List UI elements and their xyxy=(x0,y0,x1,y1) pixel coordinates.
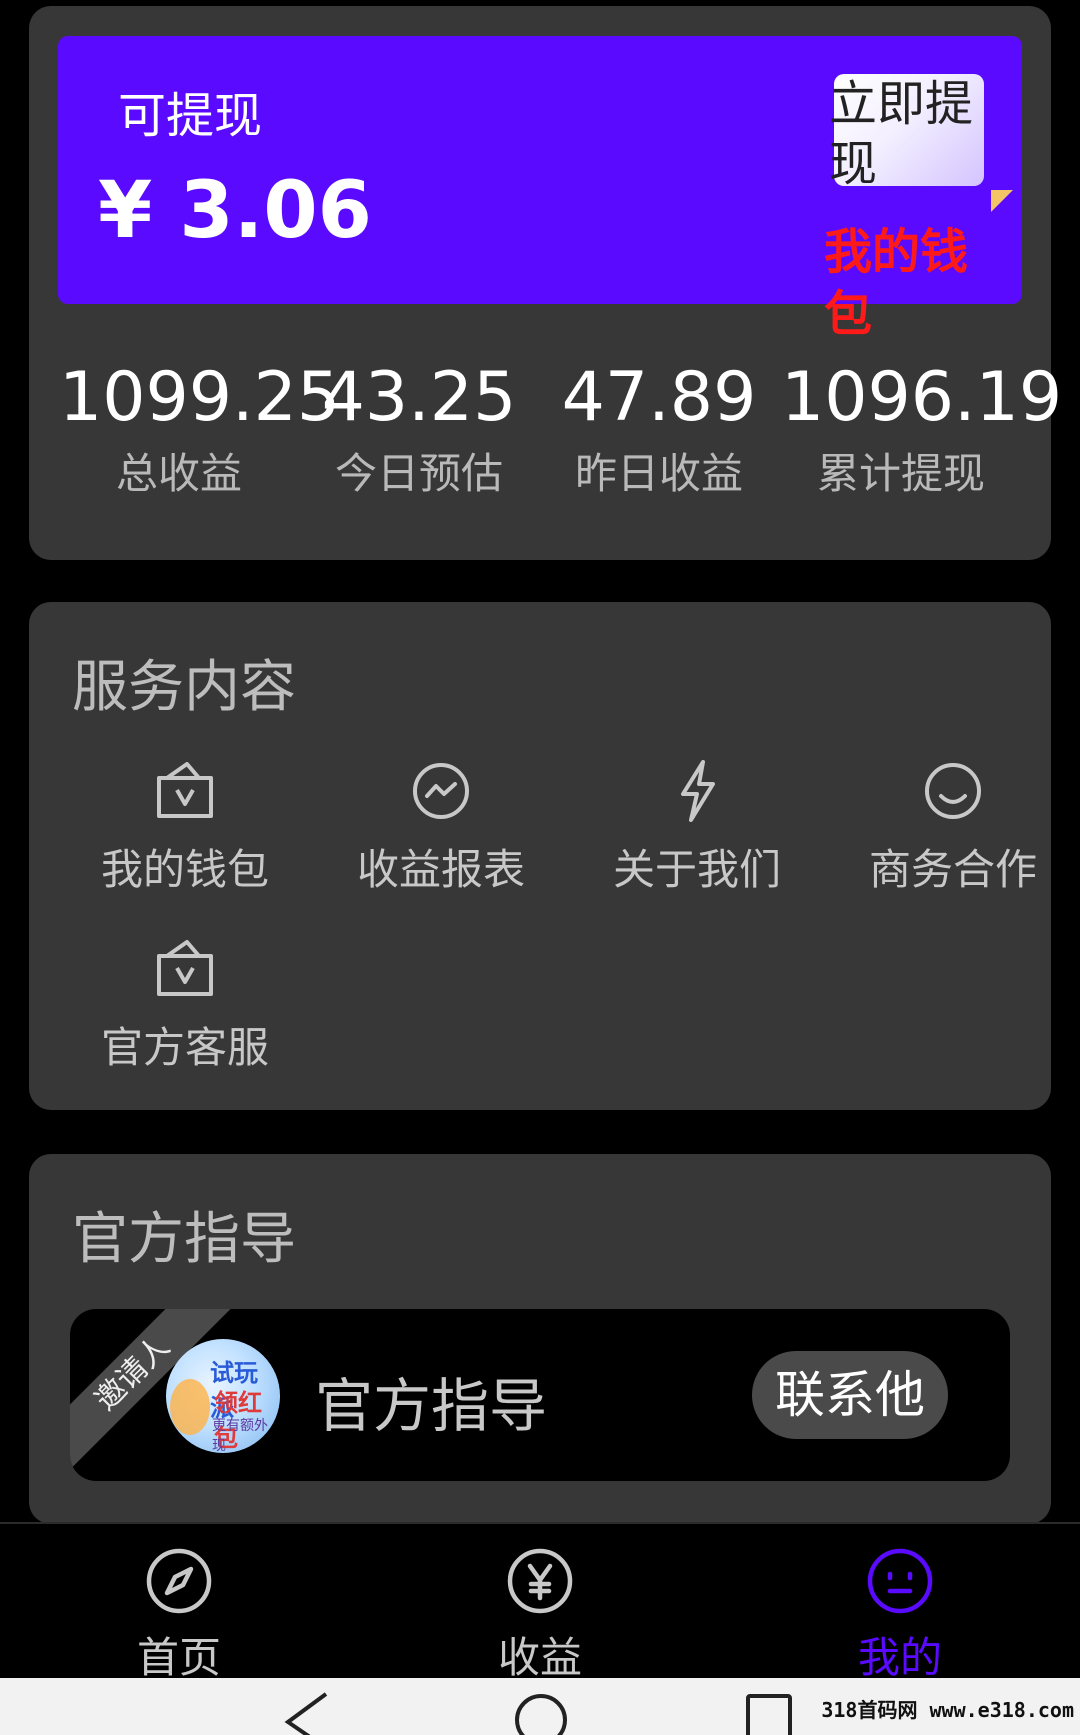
contact-button[interactable]: 联系他 xyxy=(752,1351,948,1439)
avatar: 试玩派 领红包 更有额外现 xyxy=(166,1339,280,1453)
recent-apps-icon[interactable] xyxy=(744,1692,794,1735)
service-official-support[interactable]: 官方客服 xyxy=(75,938,295,1075)
service-earnings-report[interactable]: 收益报表 xyxy=(331,760,551,897)
service-label: 我的钱包 xyxy=(100,845,269,894)
wallet-icon xyxy=(157,762,213,818)
balance-label: 可提现 xyxy=(118,88,263,144)
guidance-card: 官方指导 邀请人 试玩派 领红包 更有额外现 官方指导 联系他 xyxy=(29,1154,1051,1524)
smile-icon xyxy=(925,763,981,819)
tab-label: 首页 xyxy=(136,1633,221,1682)
system-nav-bar: 318首码网 www.e318.com xyxy=(0,1678,1080,1735)
tab-earnings[interactable]: 收益 xyxy=(430,1546,650,1685)
stat-total-withdrawn: 1096.19 累计提现 xyxy=(781,358,1063,504)
stat-yesterday-earnings: 47.89 昨日收益 xyxy=(539,358,779,504)
balance-amount: ¥ 3.06 xyxy=(98,166,372,256)
avatar-decoration xyxy=(170,1379,210,1435)
stat-today-estimate: 43.25 今日预估 xyxy=(299,358,539,504)
watermark: 318首码网 www.e318.com xyxy=(821,1698,1074,1722)
service-label: 商务合作 xyxy=(868,845,1037,894)
stat-total-earnings: 1099.25 总收益 xyxy=(59,358,341,504)
compass-icon xyxy=(146,1548,212,1614)
withdraw-button[interactable]: 立即提现 xyxy=(829,74,984,192)
home-icon[interactable] xyxy=(513,1688,569,1735)
stat-value: 1096.19 xyxy=(781,358,1063,437)
stat-label: 累计提现 xyxy=(816,449,985,498)
stat-label: 昨日收益 xyxy=(574,449,743,498)
service-label: 官方客服 xyxy=(100,1023,269,1072)
tab-mine[interactable]: 我的 xyxy=(790,1546,1010,1685)
stat-value: 1099.25 xyxy=(59,358,341,437)
tab-bar: 首页 收益 我的 xyxy=(0,1522,1080,1682)
avatar-text: 更有额外现 xyxy=(212,1418,268,1453)
withdraw-button-label: 立即提现 xyxy=(829,76,974,192)
guidance-name: 官方指导 xyxy=(315,1372,548,1440)
stat-value: 47.89 xyxy=(561,358,757,437)
stat-value: 43.25 xyxy=(321,358,517,437)
withdraw-corner-decoration xyxy=(991,190,1013,212)
yen-icon xyxy=(507,1548,573,1614)
guidance-title: 官方指导 xyxy=(72,1207,296,1272)
tab-label: 收益 xyxy=(497,1633,582,1682)
lightning-icon xyxy=(681,760,715,822)
tab-label: 我的 xyxy=(857,1633,942,1682)
tab-home[interactable]: 首页 xyxy=(69,1546,289,1685)
service-about-us[interactable]: 关于我们 xyxy=(587,760,807,897)
wallet-overlay-text[interactable]: 我的钱包 xyxy=(824,221,984,345)
service-business-cooperation[interactable]: 商务合作 xyxy=(843,760,1063,897)
services-title: 服务内容 xyxy=(72,655,296,720)
earnings-card: 可提现 ¥ 3.06 立即提现 我的钱包 1099.25 总收益 43.25 今… xyxy=(29,6,1063,560)
back-icon[interactable] xyxy=(282,1688,332,1735)
service-label: 收益报表 xyxy=(356,845,525,894)
service-label: 关于我们 xyxy=(612,845,781,894)
wallet-icon xyxy=(157,940,213,996)
stat-label: 今日预估 xyxy=(334,449,503,498)
services-card: 服务内容 我的钱包 收益报表 关于我们 商务合作 官方客服 xyxy=(29,602,1051,1110)
face-icon xyxy=(867,1548,933,1614)
stat-label: 总收益 xyxy=(115,449,242,498)
chart-icon xyxy=(413,763,469,819)
guidance-banner: 邀请人 试玩派 领红包 更有额外现 官方指导 联系他 xyxy=(70,1309,1010,1481)
service-my-wallet[interactable]: 我的钱包 xyxy=(75,760,295,897)
